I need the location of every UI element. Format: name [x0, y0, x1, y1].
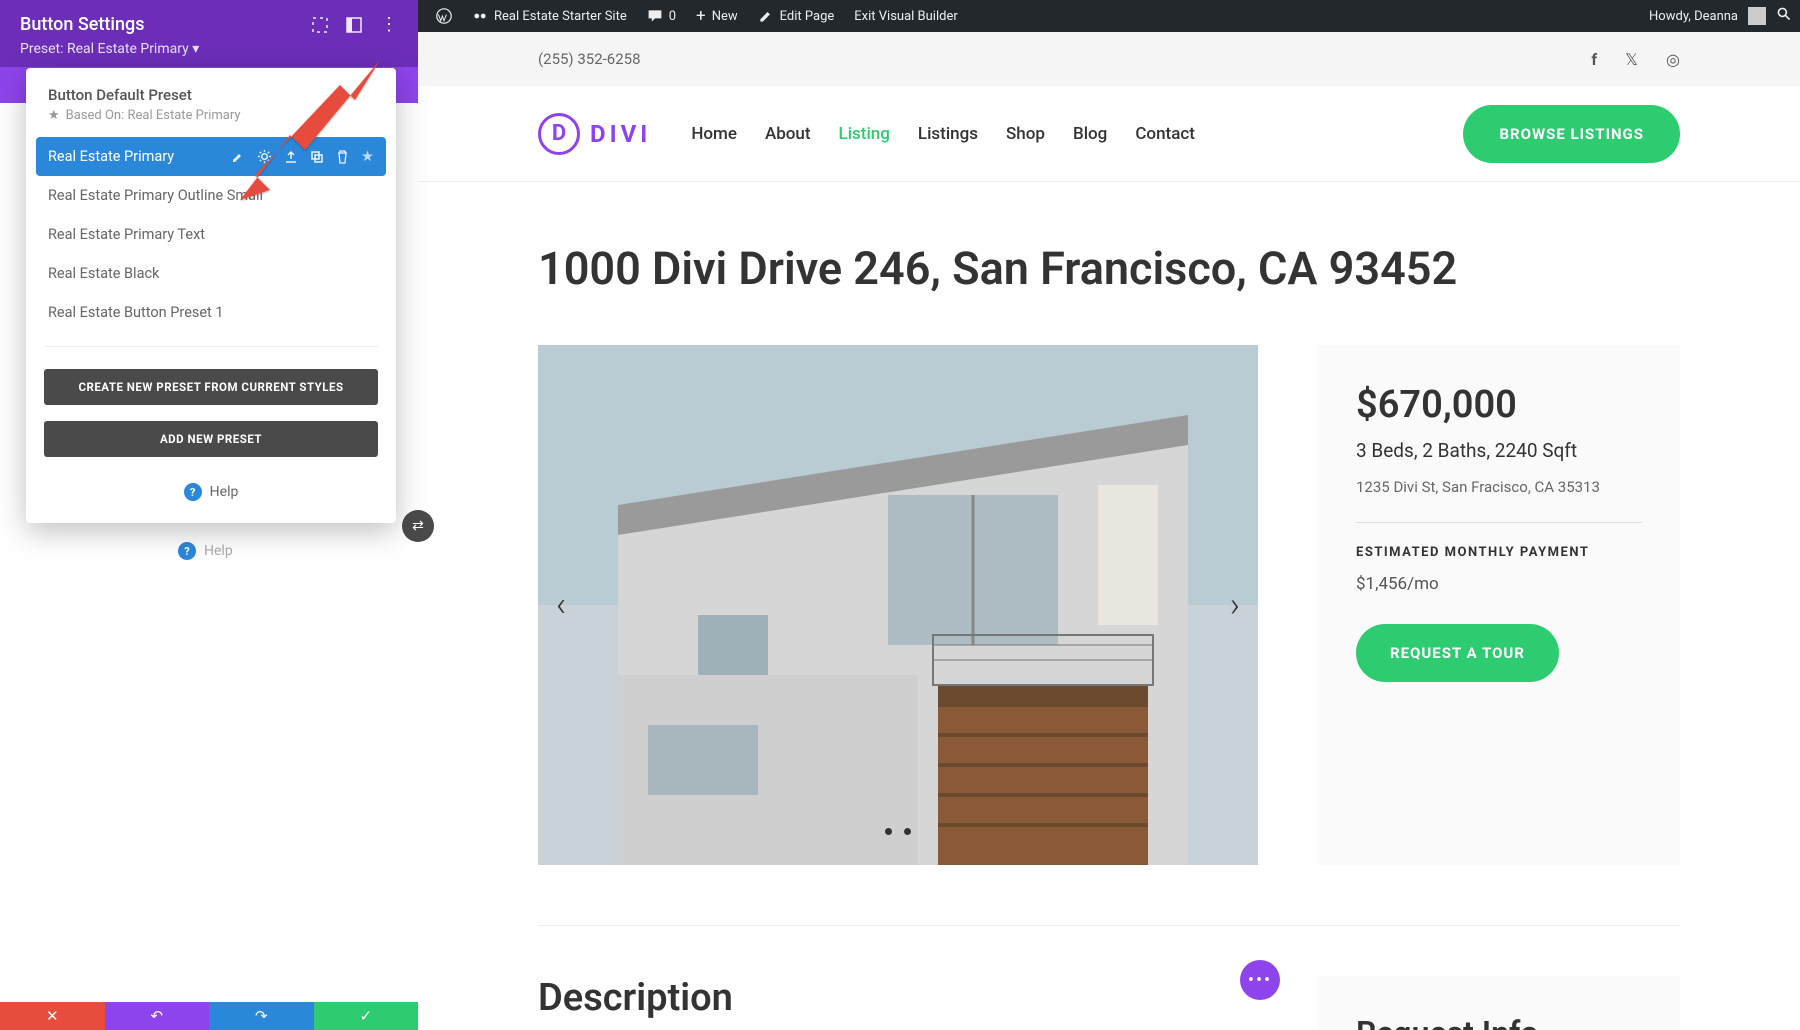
estimated-label: ESTIMATED MONTHLY PAYMENT [1356, 545, 1642, 560]
add-preset-button[interactable]: ADD NEW PRESET [44, 421, 378, 457]
gallery-dots [885, 828, 911, 835]
preset-item-black[interactable]: Real Estate Black [26, 254, 396, 293]
main-nav: D DIVI Home About Listing Listings Shop … [418, 86, 1800, 182]
building-illustration [538, 345, 1258, 865]
star-default-icon[interactable]: ★ [361, 148, 374, 165]
exit-visual-builder[interactable]: Exit Visual Builder [844, 0, 967, 32]
listing-meta: 3 Beds, 2 Baths, 2240 Sqft [1356, 439, 1642, 462]
preset-item-preset-1[interactable]: Real Estate Button Preset 1 [26, 293, 396, 332]
site-name-link[interactable]: Real Estate Starter Site [462, 0, 637, 32]
dock-icon[interactable] [346, 14, 362, 35]
listing-price: $670,000 [1356, 383, 1642, 427]
comments-link[interactable]: 0 [637, 0, 686, 32]
create-preset-button[interactable]: CREATE NEW PRESET FROM CURRENT STYLES [44, 369, 378, 405]
help-icon: ? [178, 542, 196, 560]
description-heading: Description [538, 976, 1258, 1020]
nav-shop[interactable]: Shop [1006, 124, 1045, 144]
star-icon: ★ [48, 108, 60, 123]
edit-icon[interactable] [231, 150, 245, 164]
bottom-action-bar: ✕ ↶ ↷ ✓ [0, 1002, 418, 1030]
gallery-next-icon[interactable]: › [1230, 585, 1240, 625]
nav-blog[interactable]: Blog [1073, 124, 1107, 144]
listing-address: 1235 Divi St, San Fracisco, CA 35313 [1356, 478, 1642, 496]
nav-listings[interactable]: Listings [918, 124, 978, 144]
request-info-heading: Request Info [1356, 1014, 1642, 1030]
listing-sidebar: $670,000 3 Beds, 2 Baths, 2240 Sqft 1235… [1318, 345, 1680, 865]
preset-item-real-estate-primary[interactable]: Real Estate Primary ★ [36, 137, 386, 176]
help-icon: ? [184, 483, 202, 501]
howdy-user[interactable]: Howdy, Deanna [1649, 9, 1738, 24]
nav-listing[interactable]: Listing [839, 124, 890, 144]
image-gallery: ‹ › [538, 345, 1258, 865]
page-content: 1000 Divi Drive 246, San Francisco, CA 9… [418, 182, 1800, 1030]
nav-about[interactable]: About [765, 124, 811, 144]
gear-icon[interactable] [257, 149, 272, 164]
phone-number: (255) 352-6258 [538, 50, 641, 68]
logo-text: DIVI [590, 120, 651, 148]
more-icon[interactable]: ⋮ [380, 14, 398, 35]
save-button[interactable]: ✓ [314, 1002, 419, 1030]
edit-page-link[interactable]: Edit Page [748, 0, 845, 32]
preset-label: Real Estate Primary [48, 148, 174, 165]
divider [44, 346, 378, 347]
wp-logo[interactable] [426, 0, 462, 32]
settings-panel: Button Settings ⋮ Preset: Real Estate Pr… [0, 0, 418, 1030]
help-link[interactable]: ?Help [26, 483, 396, 501]
close-button[interactable]: ✕ [0, 1002, 105, 1030]
nav-contact[interactable]: Contact [1135, 124, 1195, 144]
wp-admin-bar: Real Estate Starter Site 0 +New Edit Pag… [418, 0, 1800, 32]
preset-item-text[interactable]: Real Estate Primary Text [26, 215, 396, 254]
undo-button[interactable]: ↶ [105, 1002, 210, 1030]
logo-mark-icon: D [538, 113, 580, 155]
preset-selector[interactable]: Preset: Real Estate Primary ▾ [20, 41, 398, 57]
gallery-prev-icon[interactable]: ‹ [556, 585, 566, 625]
search-icon[interactable] [1776, 6, 1792, 26]
upload-icon[interactable] [284, 150, 298, 164]
redo-button[interactable]: ↷ [209, 1002, 314, 1030]
facebook-icon[interactable]: f [1591, 50, 1597, 69]
estimated-value: $1,456/mo [1356, 574, 1642, 594]
preset-item-outline-small[interactable]: Real Estate Primary Outline Small [26, 176, 396, 215]
settings-title: Button Settings [20, 14, 144, 35]
request-tour-button[interactable]: REQUEST A TOUR [1356, 624, 1559, 682]
avatar[interactable] [1748, 7, 1766, 25]
default-preset-title[interactable]: Button Default Preset [26, 86, 396, 108]
logo[interactable]: D DIVI [538, 113, 651, 155]
request-info-box: Request Info [1318, 976, 1680, 1030]
based-on-label: ★ Based On: Real Estate Primary [26, 108, 396, 137]
settings-header: Button Settings ⋮ Preset: Real Estate Pr… [0, 0, 418, 67]
focus-icon[interactable] [312, 14, 328, 35]
browse-listings-button[interactable]: BROWSE LISTINGS [1463, 105, 1680, 163]
preset-dropdown: Button Default Preset ★ Based On: Real E… [26, 68, 396, 523]
page-title: 1000 Divi Drive 246, San Francisco, CA 9… [538, 242, 1680, 295]
divider [1356, 522, 1642, 523]
x-icon[interactable]: 𝕏 [1625, 50, 1638, 69]
trash-icon[interactable] [336, 150, 349, 164]
new-link[interactable]: +New [686, 0, 748, 32]
top-info-strip: (255) 352-6258 f 𝕏 ◎ [418, 32, 1800, 86]
panel-toggle-handle[interactable]: ⇄ [402, 510, 434, 542]
nav-home[interactable]: Home [691, 124, 737, 144]
help-link-behind[interactable]: ?Help [178, 542, 233, 560]
duplicate-icon[interactable] [310, 150, 324, 164]
instagram-icon[interactable]: ◎ [1666, 50, 1680, 69]
nav-links: Home About Listing Listings Shop Blog Co… [691, 124, 1195, 144]
module-fab-button[interactable]: ••• [1240, 960, 1280, 1000]
